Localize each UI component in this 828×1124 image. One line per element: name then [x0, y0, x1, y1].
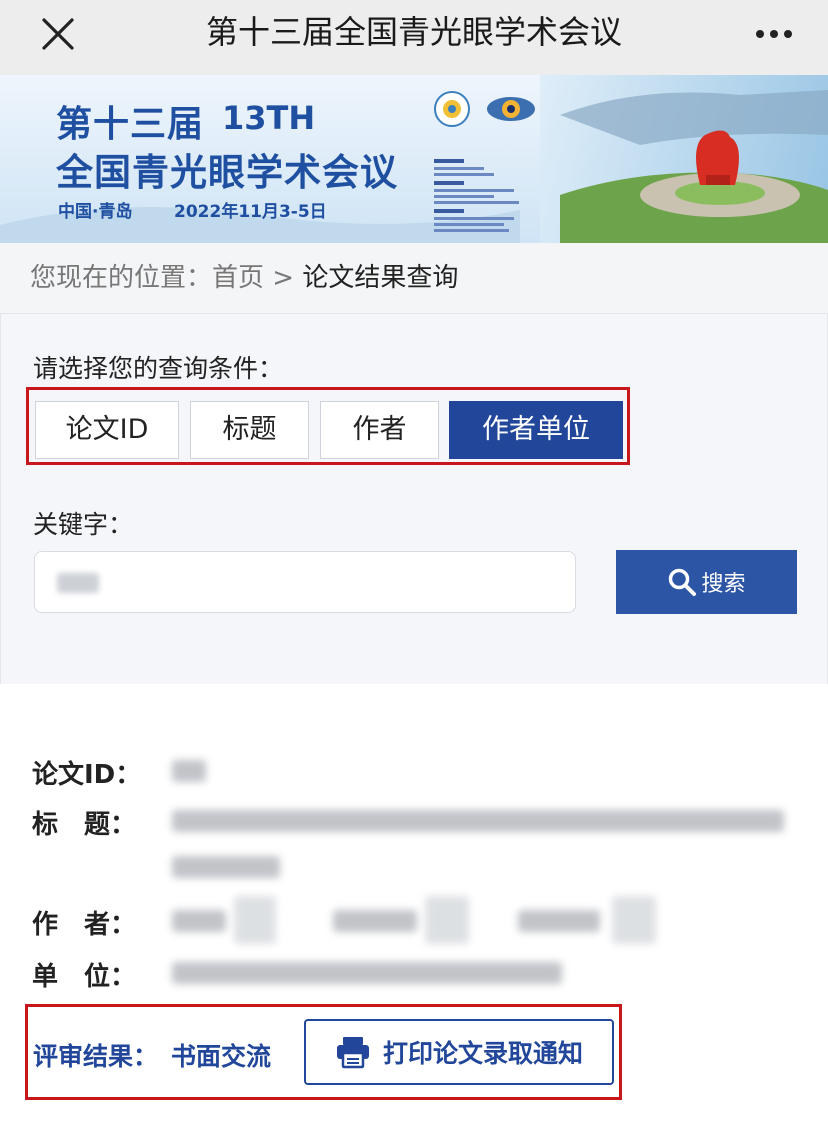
page-title: 第十三届全国青光眼学术会议 — [205, 13, 622, 51]
filter-author[interactable]: 作者 — [320, 401, 439, 459]
author-2-redacted — [333, 910, 417, 932]
banner-location: 中国·青岛 — [58, 202, 133, 222]
author-3-redacted — [518, 910, 600, 932]
review-result-label: 评审结果： — [33, 1042, 159, 1071]
search-button-label: 搜索 — [701, 571, 746, 596]
title-bar: 第十三届全国青光眼学术会议 — [0, 0, 828, 75]
author-3-tag-redacted — [612, 896, 656, 944]
affiliation-value-redacted — [172, 962, 562, 984]
close-icon — [42, 18, 74, 50]
banner-date: 2022年11月3-5日 — [174, 202, 327, 222]
authors-label: 作 者： — [32, 910, 137, 940]
keyword-input[interactable] — [34, 551, 576, 613]
print-notice-button[interactable]: 打印论文录取通知 — [304, 1019, 614, 1085]
author-2-tag-redacted — [425, 896, 469, 944]
paper-id-value-redacted — [172, 760, 206, 782]
paper-title-value-redacted-line2 — [172, 856, 280, 878]
affiliation-label: 单 位： — [32, 962, 137, 992]
paper-id-label: 论文ID： — [32, 760, 142, 790]
filter-title[interactable]: 标题 — [190, 401, 309, 459]
filter-author-affiliation[interactable]: 作者单位 — [449, 401, 623, 459]
condition-label: 请选择您的查询条件： — [33, 354, 284, 383]
filter-paper-id[interactable]: 论文ID — [35, 401, 179, 459]
search-panel: 请选择您的查询条件： 论文ID 标题 作者 作者单位 关键字： 搜索 — [0, 313, 828, 686]
breadcrumb-prefix: 您现在的位置： — [30, 263, 213, 293]
breadcrumb-home-link[interactable]: 首页 — [212, 263, 264, 293]
eye-logo-icon — [487, 97, 535, 121]
print-notice-label: 打印论文录取通知 — [382, 1039, 583, 1068]
review-highlight-box: 评审结果： 书面交流 打印论文录取通知 — [25, 1004, 622, 1100]
result-section: 论文ID： 标 题： 作 者： 单 位： 评审结果： 书面交流 打印论文录取通知 — [0, 684, 828, 1124]
author-1-redacted — [172, 910, 226, 932]
breadcrumb-current: 论文结果查询 — [302, 263, 459, 293]
review-result-value: 书面交流 — [171, 1042, 272, 1071]
search-icon — [669, 568, 697, 596]
keyword-redacted — [57, 573, 99, 593]
breadcrumb: 您现在的位置：首页 > 论文结果查询 — [0, 243, 828, 313]
banner-number: 13TH — [222, 99, 316, 137]
banner-title-line1: 第十三届 — [56, 104, 205, 145]
paper-title-value-redacted — [172, 810, 784, 832]
more-button[interactable] — [750, 16, 798, 52]
keyword-label: 关键字： — [33, 510, 134, 539]
close-button[interactable] — [38, 14, 78, 54]
more-icon — [756, 30, 792, 38]
society-logo-icon — [434, 91, 470, 127]
printer-icon — [336, 1037, 369, 1069]
organizer-list-graphic — [434, 159, 519, 232]
paper-title-label: 标 题： — [32, 810, 137, 840]
conference-banner: 第十三届 13TH 全国青光眼学术会议 中国·青岛 2022年11月3-5日 — [0, 75, 828, 243]
filter-highlight-box: 论文ID 标题 作者 作者单位 — [26, 387, 630, 465]
breadcrumb-separator: > — [272, 263, 295, 293]
banner-title-line2: 全国青光眼学术会议 — [56, 151, 398, 194]
author-1-tag-redacted — [234, 896, 276, 944]
search-button[interactable]: 搜索 — [616, 550, 797, 614]
